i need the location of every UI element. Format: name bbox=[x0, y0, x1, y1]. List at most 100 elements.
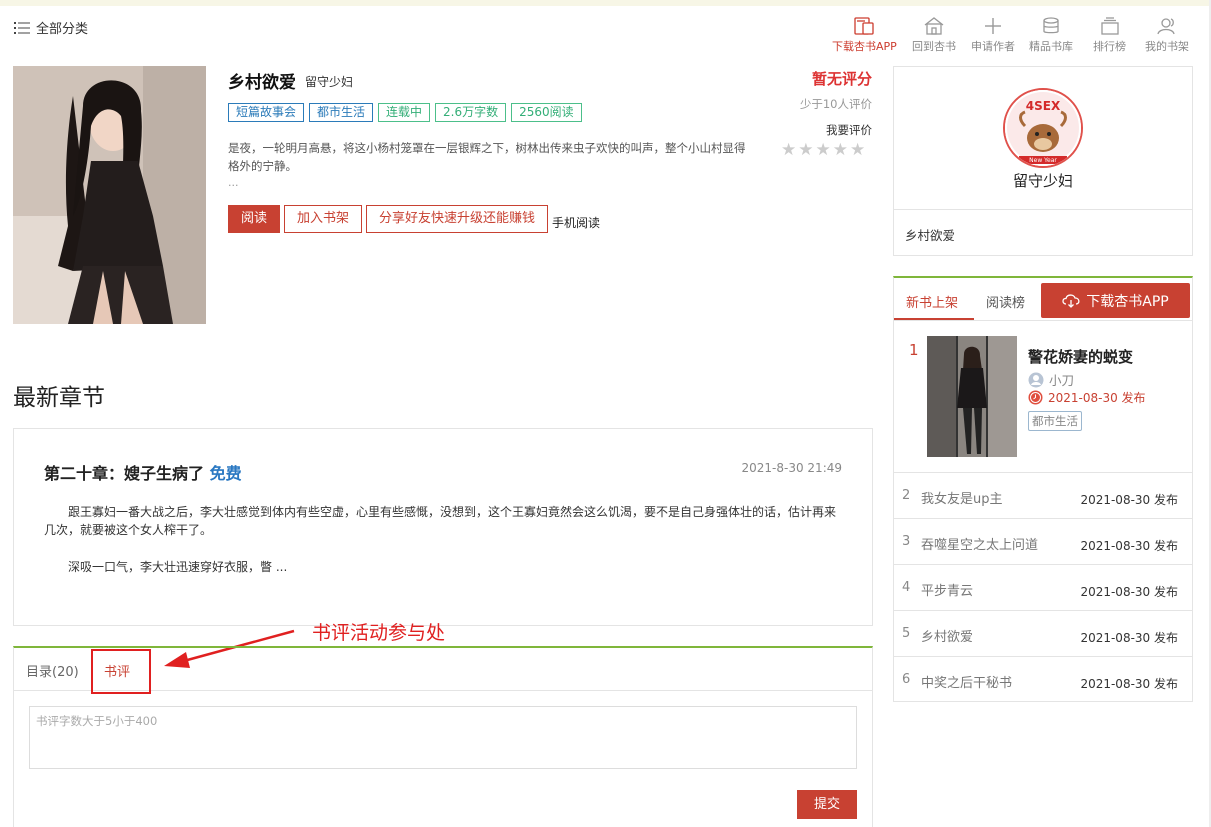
book-description: 是夜，一轮明月高悬，将这小杨村笼罩在一层银辉之下，树林出传来虫子欢快的叫声，整个… bbox=[228, 141, 746, 173]
nav-label: 排行榜 bbox=[1093, 40, 1126, 53]
nav-label: 下载杏书APP bbox=[832, 40, 897, 53]
rank-date: 2021-08-30 发布 bbox=[1080, 631, 1178, 645]
mobile-read-link[interactable]: 手机阅读 bbox=[552, 214, 600, 233]
divider bbox=[894, 320, 1192, 321]
layers-icon bbox=[1100, 17, 1119, 35]
top-book-author: 小刀 bbox=[1028, 370, 1074, 389]
nav-download-app[interactable]: 下载杏书APP bbox=[832, 17, 897, 54]
all-categories-label: 全部分类 bbox=[36, 22, 89, 37]
book-cover-image[interactable] bbox=[13, 66, 206, 324]
top-book-tag[interactable]: 都市生活 bbox=[1028, 411, 1082, 431]
rank-number: 1 bbox=[909, 341, 919, 359]
rank-book-name[interactable]: 乡村欲爱 bbox=[921, 626, 973, 645]
home-icon bbox=[924, 17, 944, 35]
read-button[interactable]: 阅读 bbox=[228, 205, 281, 233]
rank-date: 2021-08-30 发布 bbox=[1080, 677, 1178, 691]
book-author-link[interactable]: 留守少妇 bbox=[305, 73, 353, 90]
nav-apply-author[interactable]: 申请作者 bbox=[971, 17, 1015, 54]
chapter-excerpt: 跟王寡妇一番大战之后，李大壮感觉到体内有些空虚，心里有些感慨，没想到，这个王寡妇… bbox=[44, 505, 837, 537]
cover-illustration bbox=[13, 66, 206, 324]
rank-book-name[interactable]: 吞噬星空之太上问道 bbox=[921, 534, 1038, 553]
tag-read-count: 2560阅读 bbox=[511, 103, 582, 122]
star-icon[interactable]: ★ bbox=[816, 140, 831, 160]
nav-ranking[interactable]: 排行榜 bbox=[1093, 17, 1126, 54]
ranking-panel: 新书上架 阅读榜 下载杏书APP 1 警花娇妻的蜕变 小刀 2021-08-30… bbox=[893, 276, 1193, 702]
rank-number: 6 bbox=[902, 672, 911, 687]
annotation-highlight-box bbox=[91, 649, 151, 694]
rank-book-name[interactable]: 中奖之后干秘书 bbox=[921, 672, 1012, 691]
avatar-caption-text: New Year bbox=[1029, 157, 1057, 164]
nav-library[interactable]: 精品书库 bbox=[1029, 17, 1073, 54]
user-icon bbox=[1028, 372, 1044, 387]
review-input[interactable] bbox=[29, 706, 857, 769]
description-ellipsis: ... bbox=[228, 176, 239, 189]
cloud-download-icon bbox=[1062, 293, 1080, 308]
tab-reading-rank[interactable]: 阅读榜 bbox=[986, 292, 1025, 311]
top-book-cover[interactable] bbox=[927, 336, 1017, 457]
rating-score: 暂无评分 bbox=[811, 70, 872, 88]
book-tags: 短篇故事会 都市生活 连载中 2.6万字数 2560阅读 bbox=[228, 103, 582, 122]
author-card: 4SEX New Year 留守少妇 乡村欲爱 bbox=[893, 66, 1193, 256]
add-to-shelf-button[interactable]: 加入书架 bbox=[284, 205, 363, 233]
book-actions: 阅读 加入书架 分享好友快速升级还能赚钱 手机阅读 bbox=[228, 205, 600, 233]
rating-count: 少于10人评价 bbox=[799, 97, 872, 111]
avatar-illustration: 4SEX New Year bbox=[1005, 90, 1081, 166]
chapter-time: 2021-8-30 21:49 bbox=[741, 461, 843, 475]
tag-category[interactable]: 短篇故事会 bbox=[228, 103, 305, 122]
tab-new-books[interactable]: 新书上架 bbox=[906, 292, 958, 311]
star-icon[interactable]: ★ bbox=[781, 140, 796, 160]
star-icon[interactable]: ★ bbox=[833, 140, 848, 160]
latest-chapter-heading: 最新章节 bbox=[13, 385, 105, 411]
rank-row[interactable]: 2 我女友是up主 2021-08-30 发布 bbox=[894, 472, 1192, 518]
cover-illustration bbox=[927, 336, 1017, 457]
star-icon[interactable]: ★ bbox=[850, 140, 865, 160]
all-categories-menu[interactable]: 全部分类 bbox=[14, 18, 88, 37]
submit-review-button[interactable]: 提交 bbox=[797, 790, 857, 819]
download-app-label: 下载杏书APP bbox=[1086, 293, 1169, 310]
comment-section: 目录(20) 书评 提交 bbox=[13, 646, 873, 827]
top-book-date: 2021-08-30 发布 bbox=[1028, 389, 1146, 406]
top-strip bbox=[0, 0, 1211, 6]
rank-date: 2021-08-30 发布 bbox=[1080, 539, 1178, 553]
rank-row[interactable]: 3 吞噬星空之太上问道 2021-08-30 发布 bbox=[894, 518, 1192, 564]
rank-book-name[interactable]: 我女友是up主 bbox=[921, 488, 1003, 507]
nav-label: 精品书库 bbox=[1029, 40, 1073, 53]
share-button[interactable]: 分享好友快速升级还能赚钱 bbox=[366, 205, 549, 233]
tag-subcategory[interactable]: 都市生活 bbox=[309, 103, 374, 122]
tag-word-count: 2.6万字数 bbox=[435, 103, 507, 122]
latest-chapter-card: 第二十章：嫂子生病了 免费 2021-8-30 21:49 跟王寡妇一番大战之后… bbox=[13, 428, 873, 626]
rank-book-name[interactable]: 平步青云 bbox=[921, 580, 973, 599]
rank-number: 4 bbox=[902, 580, 911, 595]
top-book-title[interactable]: 警花娇妻的蜕变 bbox=[1028, 346, 1133, 367]
author-avatar[interactable]: 4SEX New Year bbox=[1003, 88, 1083, 168]
chapter-title-link[interactable]: 第二十章：嫂子生病了 免费 bbox=[44, 460, 242, 484]
chapter-excerpt: 深吸一口气，李大壮迅速穿好衣服，瞥 ... bbox=[68, 560, 288, 574]
clock-icon bbox=[1028, 390, 1043, 405]
database-icon bbox=[1043, 17, 1059, 34]
download-app-button[interactable]: 下载杏书APP bbox=[1041, 283, 1190, 318]
avatar-logo-text: 4SEX bbox=[1026, 99, 1061, 113]
author-name: 小刀 bbox=[1049, 373, 1075, 388]
book-title: 乡村欲爱 bbox=[228, 73, 296, 93]
tag-status: 连载中 bbox=[378, 103, 431, 122]
rate-label: 我要评价 bbox=[826, 123, 872, 137]
rank-row[interactable]: 4 平步青云 2021-08-30 发布 bbox=[894, 564, 1192, 610]
star-icon[interactable]: ★ bbox=[798, 140, 813, 160]
users-icon bbox=[1157, 18, 1175, 35]
rank-date: 2021-08-30 发布 bbox=[1080, 585, 1178, 599]
author-name[interactable]: 留守少妇 bbox=[894, 170, 1192, 191]
rank-number: 3 bbox=[902, 534, 911, 549]
rank-row[interactable]: 5 乡村欲爱 2021-08-30 发布 bbox=[894, 610, 1192, 656]
rank-number: 2 bbox=[902, 488, 911, 503]
nav-my-shelf[interactable]: 我的书架 bbox=[1145, 17, 1189, 54]
free-badge: 免费 bbox=[209, 464, 242, 483]
rank-row[interactable]: 6 中奖之后干秘书 2021-08-30 发布 bbox=[894, 656, 1192, 702]
nav-label: 回到杏书 bbox=[912, 40, 956, 53]
publish-date: 2021-08-30 发布 bbox=[1048, 391, 1146, 405]
tab-table-of-contents[interactable]: 目录(20) bbox=[26, 661, 79, 680]
nav-label: 我的书架 bbox=[1145, 40, 1189, 53]
author-book-link[interactable]: 乡村欲爱 bbox=[905, 225, 955, 244]
rank-date: 2021-08-30 发布 bbox=[1080, 493, 1178, 507]
list-icon bbox=[14, 21, 30, 34]
nav-home[interactable]: 回到杏书 bbox=[912, 17, 956, 54]
